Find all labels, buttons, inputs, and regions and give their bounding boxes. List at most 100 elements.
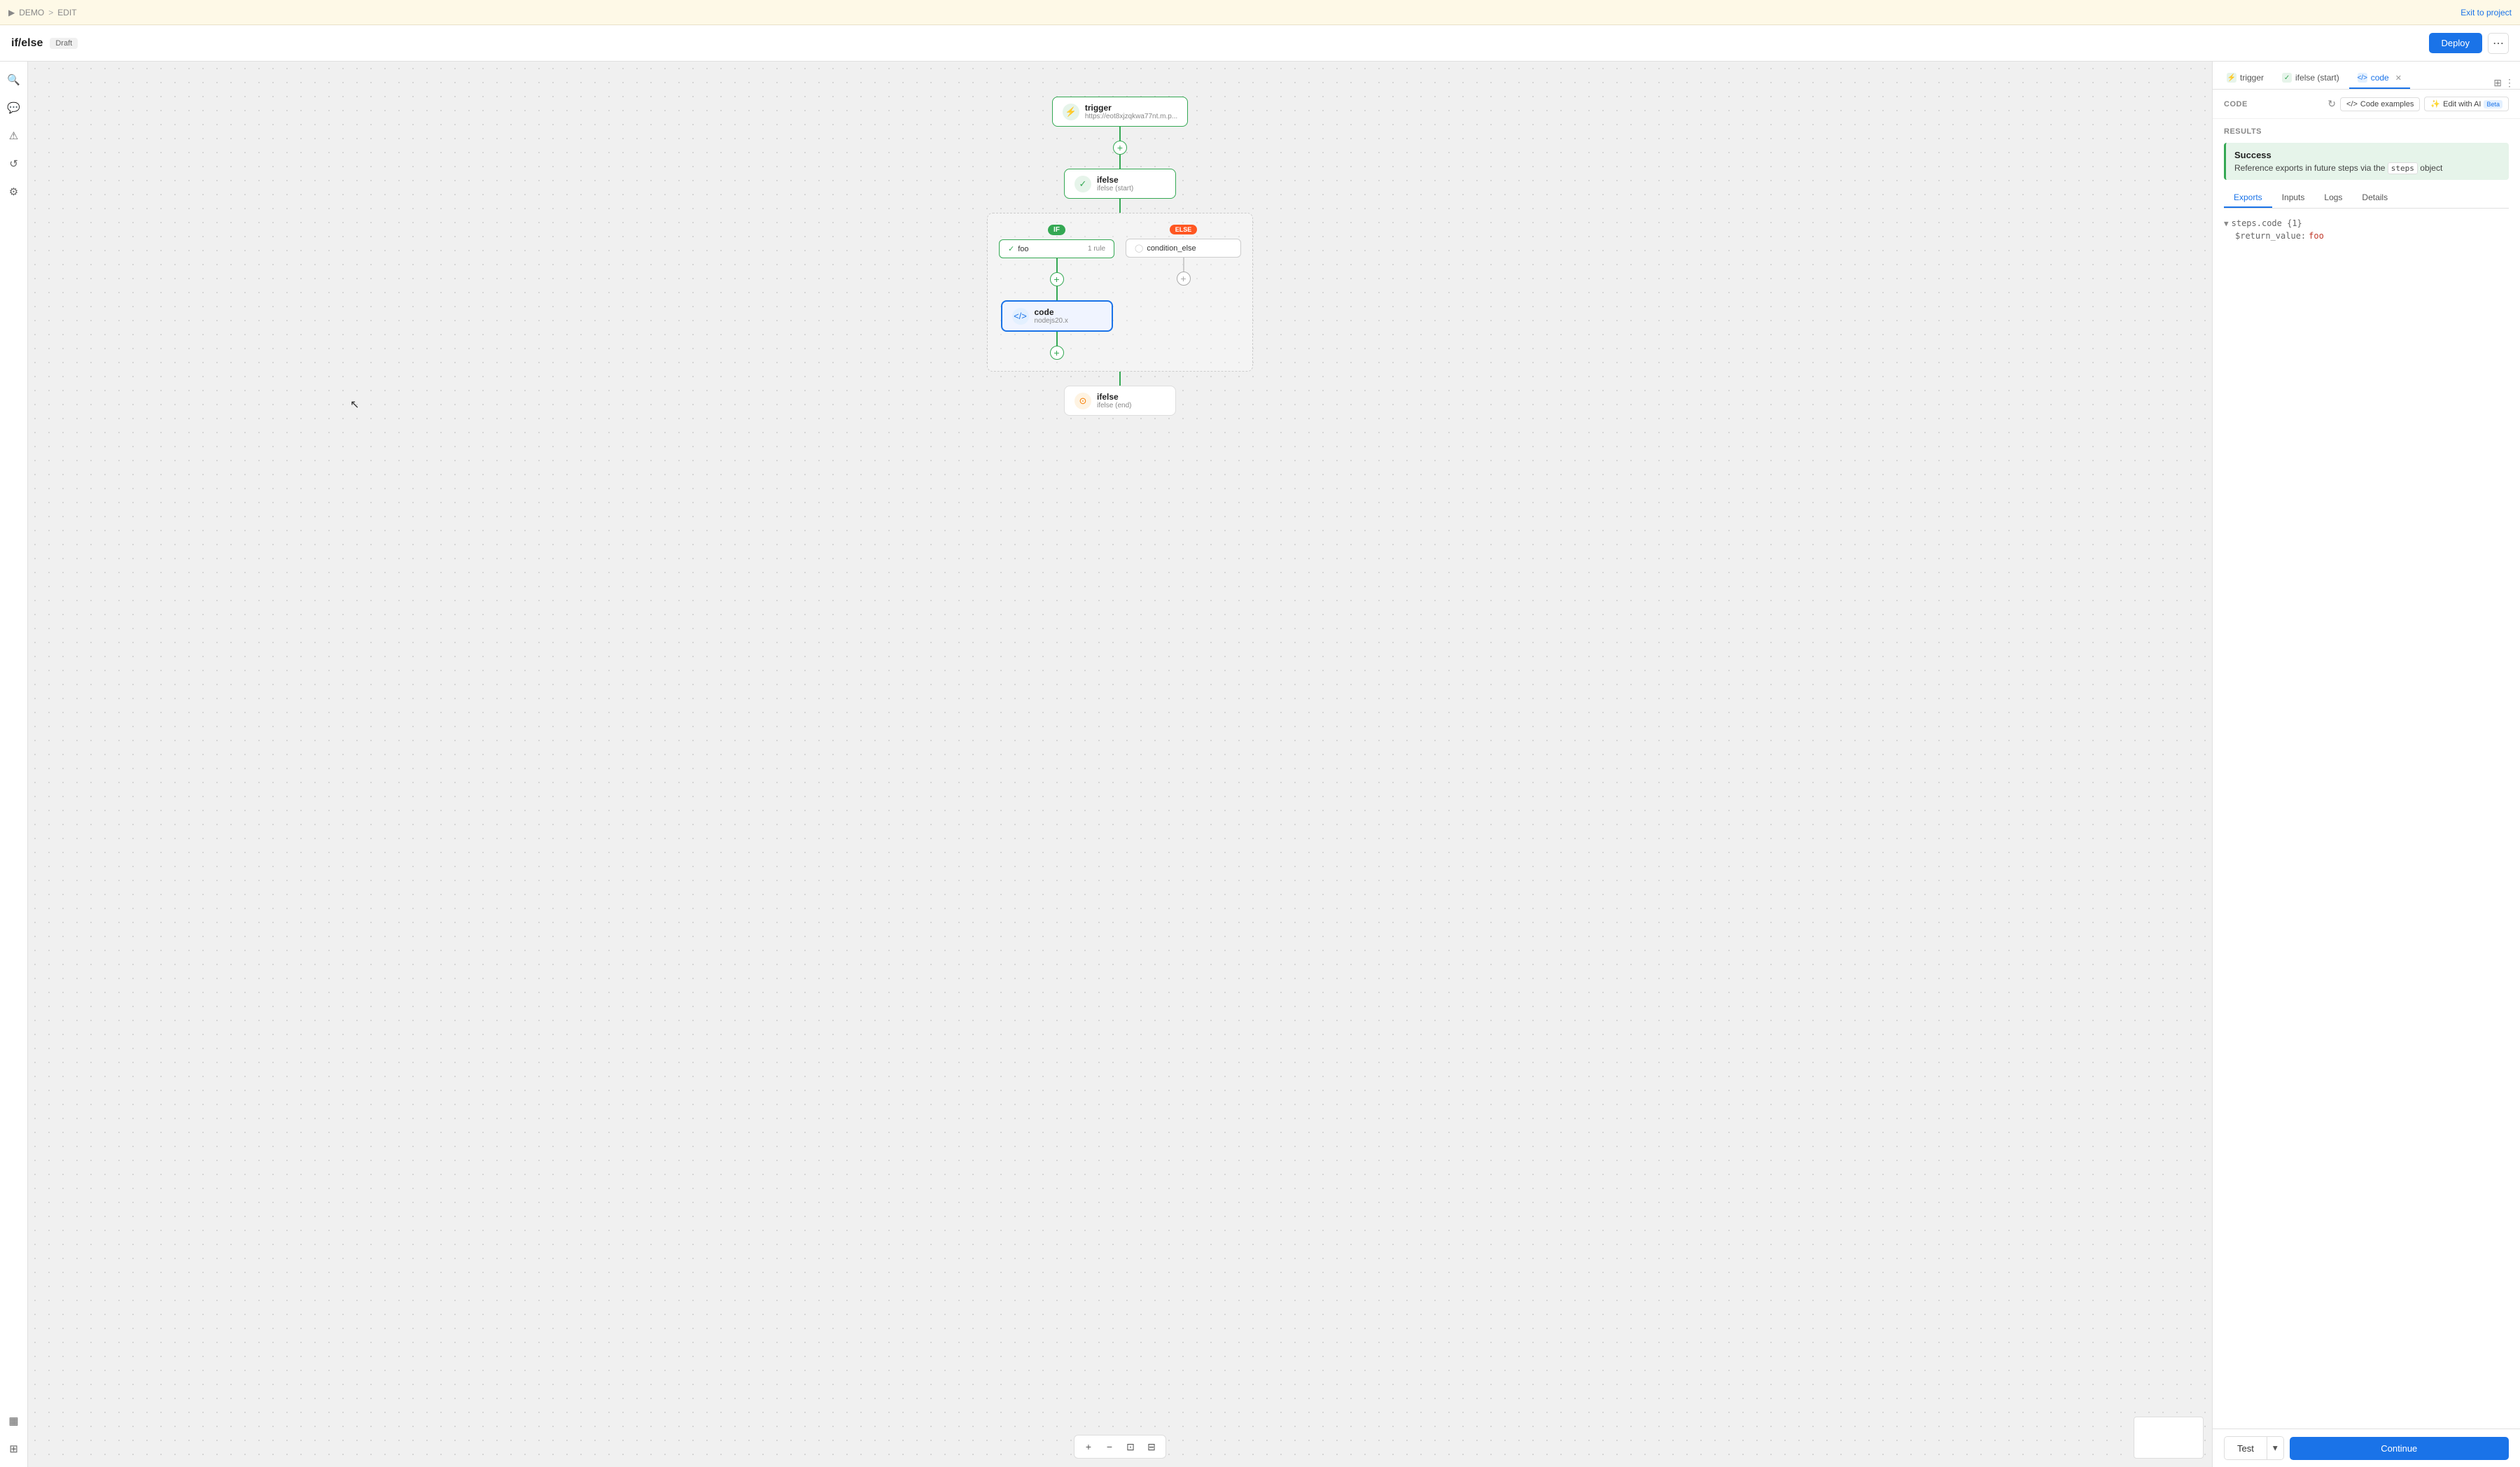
panel-more-btn[interactable]: ⋮ [2505, 77, 2514, 89]
refresh-button[interactable]: ↻ [2328, 98, 2336, 110]
ifelse-end-icon: ⊙ [1074, 393, 1091, 409]
code-icon: </> [1012, 308, 1029, 325]
success-text-after: object [2420, 163, 2442, 173]
ifelse-tab-label: ifelse (start) [2295, 73, 2339, 83]
results-section: RESULTS Success Reference exports in fut… [2213, 119, 2520, 1429]
results-title: RESULTS [2224, 127, 2509, 136]
trigger-tab-label: trigger [2240, 73, 2264, 83]
edit-with-ai-button[interactable]: ✨ Edit with AI Beta [2424, 97, 2509, 111]
header-right: Deploy ⋯ [2429, 33, 2509, 54]
code-section-header: CODE ↻ </> Code examples ✨ Edit with AI … [2213, 90, 2520, 119]
ifelse-start-node[interactable]: ✓ ifelse ifelse (start) [1064, 169, 1176, 199]
tab-trigger[interactable]: ⚡ trigger [2218, 68, 2272, 89]
ifelse-start-name: ifelse [1097, 175, 1133, 185]
breadcrumb-arrow: ▶ [8, 8, 15, 17]
deploy-button[interactable]: Deploy [2429, 33, 2482, 53]
if-label: IF [1048, 225, 1065, 235]
connector-3 [1119, 199, 1121, 213]
trigger-icon: ⚡ [1063, 104, 1079, 120]
sidebar-icon-layers[interactable]: ▦ [3, 1410, 25, 1432]
canvas-background: ⚡ trigger https://eot8xjzqkwa77nt.m.p...… [28, 62, 2212, 1467]
sidebar-icon-comment[interactable]: 💬 [3, 97, 25, 119]
else-branch: ELSE ◯ condition_else + [1126, 225, 1241, 360]
result-tab-logs[interactable]: Logs [2314, 188, 2352, 208]
branch-container: IF ✓ foo 1 rule + [987, 213, 1253, 372]
layout-button[interactable]: ⊟ [1143, 1438, 1160, 1455]
more-options-button[interactable]: ⋯ [2488, 33, 2509, 54]
ifelse-end-node[interactable]: ⊙ ifelse ifelse (end) [1064, 386, 1176, 416]
right-panel: ⚡ trigger ✓ ifelse (start) </> code ✕ ⊞ … [2212, 62, 2520, 1467]
zoom-in-button[interactable]: + [1080, 1438, 1097, 1455]
breadcrumb-sep1: > [48, 8, 53, 17]
breadcrumb-demo[interactable]: DEMO [19, 8, 44, 17]
main-layout: 🔍 💬 ⚠ ↺ ⚙ ▦ ⊞ ⚡ trigger https://eot8xjzq… [0, 62, 2520, 1467]
success-text-before: Reference exports in future steps via th… [2234, 163, 2385, 173]
connector-1 [1119, 127, 1121, 141]
ai-icon: ✨ [2430, 99, 2440, 108]
success-text: Reference exports in future steps via th… [2234, 163, 2500, 173]
trigger-node[interactable]: ⚡ trigger https://eot8xjzqkwa77nt.m.p... [1052, 97, 1188, 127]
result-tab-details[interactable]: Details [2352, 188, 2398, 208]
code-node-name: code [1035, 307, 1068, 317]
code-bracket-icon: </> [2346, 100, 2358, 108]
code-tab-close[interactable]: ✕ [2395, 73, 2402, 83]
return-value-val: foo [2309, 231, 2324, 241]
return-value-key: $return_value: [2235, 231, 2306, 241]
else-add-btn[interactable]: + [1177, 272, 1191, 286]
connector-end [1119, 372, 1121, 386]
sidebar-icon-settings[interactable]: ⚙ [3, 181, 25, 203]
test-dropdown-button[interactable]: ▾ [2267, 1437, 2283, 1459]
trigger-tab-icon: ⚡ [2227, 73, 2236, 83]
exit-to-project-link[interactable]: Exit to project [2460, 8, 2512, 17]
if-add-btn[interactable]: + [1050, 272, 1064, 286]
sidebar-icon-grid[interactable]: ⊞ [3, 1438, 25, 1460]
code-section-title: CODE [2224, 100, 2248, 108]
panel-tabs: ⚡ trigger ✓ ifelse (start) </> code ✕ ⊞ … [2213, 62, 2520, 90]
add-btn-1[interactable]: + [1113, 141, 1127, 155]
fit-view-button[interactable]: ⊡ [1122, 1438, 1139, 1455]
workflow-title: if/else [11, 37, 43, 50]
trigger-node-name: trigger [1085, 103, 1177, 113]
ifelse-tab-icon: ✓ [2282, 73, 2292, 83]
test-btn-group: Test ▾ [2224, 1436, 2284, 1460]
code-section-actions: ↻ </> Code examples ✨ Edit with AI Beta [2328, 97, 2509, 111]
canvas-area[interactable]: ⚡ trigger https://eot8xjzqkwa77nt.m.p...… [28, 62, 2212, 1467]
else-radio-icon: ◯ [1135, 244, 1143, 253]
code-node-sub: nodejs20.x [1035, 317, 1068, 325]
success-banner: Success Reference exports in future step… [2224, 143, 2509, 180]
sidebar-icon-search[interactable]: 🔍 [3, 69, 25, 91]
result-tab-inputs[interactable]: Inputs [2272, 188, 2315, 208]
trigger-node-sub: https://eot8xjzqkwa77nt.m.p... [1085, 113, 1177, 120]
code-examples-label: Code examples [2360, 100, 2414, 108]
foo-condition-node[interactable]: ✓ foo 1 rule [999, 239, 1114, 258]
continue-button[interactable]: Continue [2290, 1437, 2509, 1460]
code-tab-icon: </> [2358, 73, 2367, 83]
else-condition-node[interactable]: ◯ condition_else [1126, 239, 1241, 258]
code-node[interactable]: </> code nodejs20.x [1001, 300, 1113, 332]
panel-tab-actions: ⊞ ⋮ [2493, 77, 2514, 89]
breadcrumb-edit: EDIT [57, 8, 76, 17]
if-connector-3 [1056, 332, 1058, 346]
if-add-btn-2[interactable]: + [1050, 346, 1064, 360]
code-examples-button[interactable]: </> Code examples [2340, 97, 2420, 111]
panel-footer: Test ▾ Continue [2213, 1429, 2520, 1467]
else-connector [1183, 258, 1184, 272]
breadcrumb: ▶ DEMO > EDIT [8, 8, 77, 17]
panel-grid-btn[interactable]: ⊞ [2493, 77, 2502, 89]
result-tab-exports[interactable]: Exports [2224, 188, 2272, 208]
exports-caret: ▼ [2224, 219, 2229, 228]
tab-code[interactable]: </> code ✕ [2349, 68, 2410, 89]
test-button[interactable]: Test [2225, 1437, 2267, 1459]
canvas-toolbar: + − ⊡ ⊟ [1074, 1435, 1166, 1459]
exports-content: ▼ steps.code {1} $return_value: foo [2224, 217, 2509, 242]
cursor: ↖ [350, 398, 359, 412]
zoom-out-button[interactable]: − [1101, 1438, 1118, 1455]
sidebar-icon-alert[interactable]: ⚠ [3, 125, 25, 147]
header-left: if/else Draft [11, 37, 78, 50]
tab-ifelse-start[interactable]: ✓ ifelse (start) [2274, 68, 2348, 89]
sidebar: 🔍 💬 ⚠ ↺ ⚙ ▦ ⊞ [0, 62, 28, 1467]
edit-ai-label: Edit with AI [2443, 100, 2481, 108]
code-tab-label: code [2371, 73, 2389, 83]
ifelse-end-name: ifelse [1097, 392, 1131, 402]
sidebar-icon-history[interactable]: ↺ [3, 153, 25, 175]
